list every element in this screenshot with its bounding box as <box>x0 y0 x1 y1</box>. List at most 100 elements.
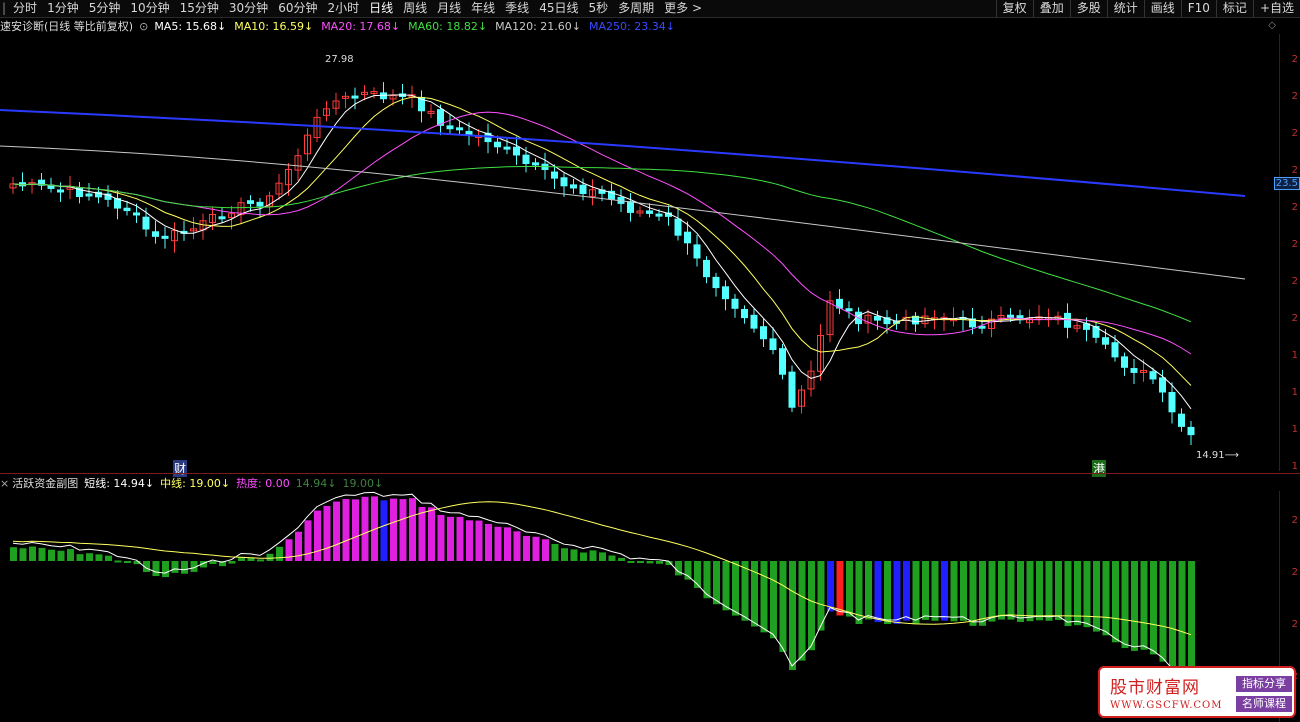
flow-bar <box>504 527 511 561</box>
candle-body <box>874 315 881 321</box>
flow-bar <box>114 560 122 563</box>
candle-body <box>1178 413 1185 427</box>
diamond-icon[interactable]: ◇ <box>1268 20 1276 31</box>
close-icon[interactable]: × <box>0 477 9 490</box>
tab-2[interactable]: 5分钟 <box>84 0 126 17</box>
tab-15[interactable]: 多周期 <box>613 0 659 17</box>
flow-bar <box>466 520 473 561</box>
hk-marker[interactable]: 港 <box>1092 460 1107 477</box>
flow-bar <box>105 555 112 561</box>
sub-title[interactable]: 活跃资金副图 <box>12 475 78 491</box>
v1-label: 14.94↓ <box>295 476 337 490</box>
tab-8[interactable]: 日线 <box>364 0 398 17</box>
flow-bar <box>19 548 27 561</box>
flow-bar <box>1121 561 1129 649</box>
tool-0[interactable]: 复权 <box>995 0 1033 17</box>
candle-body <box>1064 312 1071 328</box>
chart-title[interactable]: 速安诊断(日线 等比前复权) <box>0 18 133 34</box>
flow-bar <box>29 546 36 561</box>
price-tick: 2 <box>1291 54 1298 65</box>
candlestick-chart[interactable] <box>0 34 1280 471</box>
candle-body <box>57 189 64 193</box>
tab-0[interactable]: 分时 <box>8 0 42 17</box>
candle-body <box>912 315 919 325</box>
candle-body <box>722 286 729 300</box>
flow-bar <box>713 561 720 605</box>
flow-bar <box>874 561 882 623</box>
candle-body <box>788 371 796 408</box>
candle-body <box>779 348 786 375</box>
tool-3[interactable]: 统计 <box>1106 0 1144 17</box>
tab-4[interactable]: 15分钟 <box>175 0 224 17</box>
candle-body <box>152 231 159 237</box>
tab-12[interactable]: 季线 <box>500 0 534 17</box>
tab-16[interactable]: 更多 > <box>659 0 707 17</box>
candle-body <box>446 125 454 130</box>
flow-bar <box>912 561 920 625</box>
candle-body <box>627 201 634 213</box>
tab-11[interactable]: 年线 <box>466 0 500 17</box>
high-price-label: 27.98 <box>325 54 354 65</box>
candle-body <box>1121 356 1128 368</box>
sub-indicator-bar: × 活跃资金副图 短线: 14.94↓ 中线: 19.00↓ 热度: 0.00 … <box>0 475 383 491</box>
flow-bar <box>228 561 236 564</box>
candle-body <box>133 212 140 216</box>
flow-bar <box>162 561 169 578</box>
candle-body <box>712 276 720 289</box>
flow-bar <box>969 561 977 626</box>
flow-bar <box>998 561 1005 620</box>
flow-bar <box>931 561 939 621</box>
price-tick: 2 <box>1291 202 1298 213</box>
tab-7[interactable]: 2小时 <box>322 0 364 17</box>
flow-bar <box>827 561 834 612</box>
candle-body <box>1149 371 1157 380</box>
tool-1[interactable]: 叠加 <box>1032 0 1070 17</box>
sub-tick: 2 <box>1291 619 1298 630</box>
tab-6[interactable]: 60分钟 <box>273 0 322 17</box>
tool-7[interactable]: +自选 <box>1252 0 1300 17</box>
tab-5[interactable]: 30分钟 <box>224 0 273 17</box>
flow-bar <box>1131 561 1138 651</box>
pane-divider[interactable] <box>0 473 1300 474</box>
flow-bar <box>846 561 853 617</box>
mid-label: 中线: 19.00↓ <box>160 477 231 490</box>
ma250-label: MA250: 23.34↓ <box>588 19 675 33</box>
flow-bar <box>656 561 663 564</box>
flow-bar <box>342 499 350 561</box>
tool-4[interactable]: 画线 <box>1143 0 1181 17</box>
price-tick: 1 <box>1291 461 1298 472</box>
price-tick: 1 <box>1291 350 1298 361</box>
tool-6[interactable]: 标记 <box>1215 0 1253 17</box>
candle-body <box>674 218 682 236</box>
flow-bar <box>485 523 492 561</box>
flow-bar <box>532 536 540 561</box>
candle-body <box>1159 377 1166 393</box>
flow-bar <box>903 561 910 621</box>
flow-bar <box>152 561 160 577</box>
ma5-label: MA5: 15.68↓ <box>154 19 227 33</box>
tab-1[interactable]: 1分钟 <box>42 0 84 17</box>
flow-bar <box>456 516 464 561</box>
candle-body <box>85 193 93 197</box>
tool-5[interactable]: F10 <box>1180 0 1216 17</box>
flow-bar <box>1178 561 1186 681</box>
fund-flow-chart[interactable] <box>0 491 1280 722</box>
tab-3[interactable]: 10分钟 <box>125 0 174 17</box>
tab-14[interactable]: 5秒 <box>583 0 613 17</box>
watermark-url: WWW.GSCFW.COM <box>1110 700 1223 711</box>
tab-9[interactable]: 周线 <box>398 0 432 17</box>
flow-bar <box>428 507 435 561</box>
candle-body <box>845 308 853 312</box>
candle-body <box>532 162 539 166</box>
flow-bar <box>551 544 559 561</box>
tab-10[interactable]: 月线 <box>432 0 466 17</box>
settings-icon[interactable]: ⊙ <box>139 20 148 33</box>
tool-2[interactable]: 多股 <box>1069 0 1107 17</box>
tab-13[interactable]: 45日线 <box>534 0 583 17</box>
flow-bar <box>399 499 407 561</box>
flow-bar <box>789 561 796 671</box>
flow-bar <box>950 561 958 622</box>
flow-bar <box>1102 561 1110 636</box>
flow-bar <box>276 546 283 561</box>
flow-bar <box>779 561 787 652</box>
